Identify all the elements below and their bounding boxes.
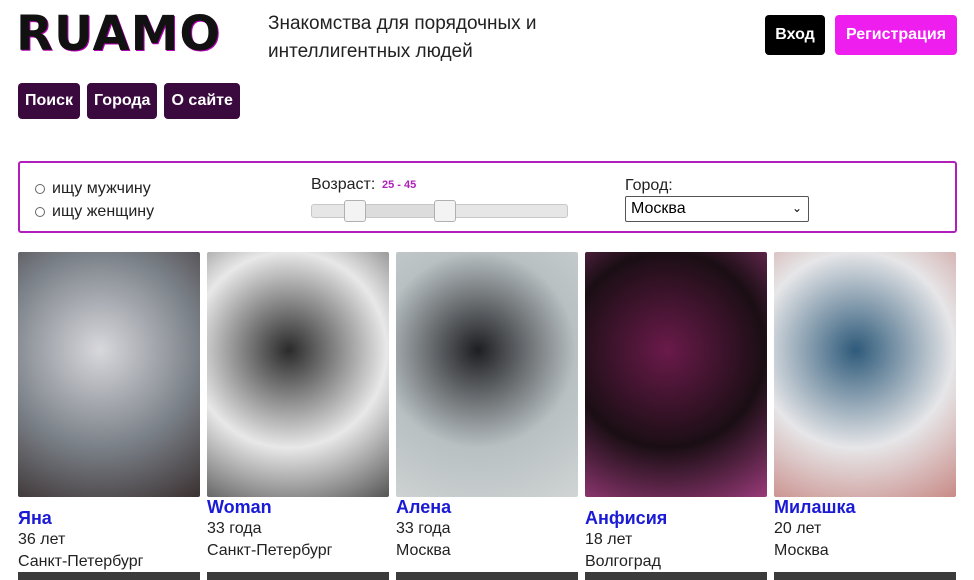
next-row-photo	[207, 572, 389, 580]
gender-option-label: ищу женщину	[52, 203, 155, 220]
profile-name[interactable]: Woman	[207, 496, 389, 518]
next-row-photo	[585, 572, 767, 580]
nav-about-button[interactable]: О сайте	[164, 83, 240, 119]
gender-option-male[interactable]: ищу мужчину	[35, 180, 151, 198]
profile-photo[interactable]	[774, 252, 956, 497]
chevron-down-icon: ⌄	[791, 201, 802, 215]
profile-age: 36 лет	[18, 531, 66, 548]
profile-city: Санкт-Петербург	[207, 542, 333, 559]
profile-photo[interactable]	[396, 252, 578, 497]
site-tagline: Знакомства для порядочных и интеллигентн…	[268, 13, 537, 62]
profile-city: Москва	[396, 542, 451, 559]
profile-name[interactable]: Милашка	[774, 496, 956, 518]
age-min-handle[interactable]	[343, 200, 366, 222]
profile-age: 33 года	[207, 520, 262, 537]
profile-name[interactable]: Анфисия	[585, 507, 767, 529]
profile-city: Москва	[774, 542, 829, 559]
radio-button[interactable]	[35, 184, 45, 194]
profile-age: 33 года	[396, 520, 451, 537]
register-button[interactable]: Регистрация	[835, 15, 957, 55]
profile-name[interactable]: Алена	[396, 496, 578, 518]
city-selected-value: Москва	[631, 200, 686, 217]
profile-city: Санкт-Петербург	[18, 553, 144, 570]
gender-option-female[interactable]: ищу женщину	[35, 203, 154, 221]
profile-age: 18 лет	[585, 531, 633, 548]
age-range-slider[interactable]	[311, 200, 568, 222]
age-range-value: 25 - 45	[382, 179, 417, 191]
login-button[interactable]: Вход	[765, 15, 825, 55]
profile-card[interactable]: Woman 33 года Санкт-Петербург	[207, 252, 389, 562]
next-row-photo	[18, 572, 200, 580]
profile-photo[interactable]	[207, 252, 389, 497]
next-row-photo	[774, 572, 956, 580]
profile-photo[interactable]	[18, 252, 200, 497]
age-range-fill	[354, 205, 445, 217]
age-label: Возраст:	[311, 176, 376, 193]
profile-card[interactable]: Алена 33 года Москва	[396, 252, 578, 562]
age-max-handle[interactable]	[434, 200, 457, 222]
profile-card[interactable]: Анфисия 18 лет Волгоград	[585, 252, 767, 573]
city-select[interactable]: Москва ⌄	[625, 196, 809, 222]
search-filter-panel: ищу мужчину ищу женщину Возраст: 25 - 45…	[18, 161, 957, 233]
site-logo[interactable]: RUAMO	[16, 6, 221, 62]
radio-button[interactable]	[35, 207, 45, 217]
next-row-photo	[396, 572, 578, 580]
profile-city: Волгоград	[585, 553, 661, 570]
profile-card[interactable]: Милашка 20 лет Москва	[774, 252, 956, 562]
nav-cities-button[interactable]: Города	[87, 83, 158, 119]
main-nav: Поиск Города О сайте	[18, 83, 240, 119]
profile-name[interactable]: Яна	[18, 507, 200, 529]
nav-search-button[interactable]: Поиск	[18, 83, 81, 119]
profile-photo[interactable]	[585, 252, 767, 497]
city-label: Город:	[625, 177, 673, 194]
profile-age: 20 лет	[774, 520, 822, 537]
gender-option-label: ищу мужчину	[52, 180, 151, 197]
profile-card[interactable]: Яна 36 лет Санкт-Петербург	[18, 252, 200, 573]
